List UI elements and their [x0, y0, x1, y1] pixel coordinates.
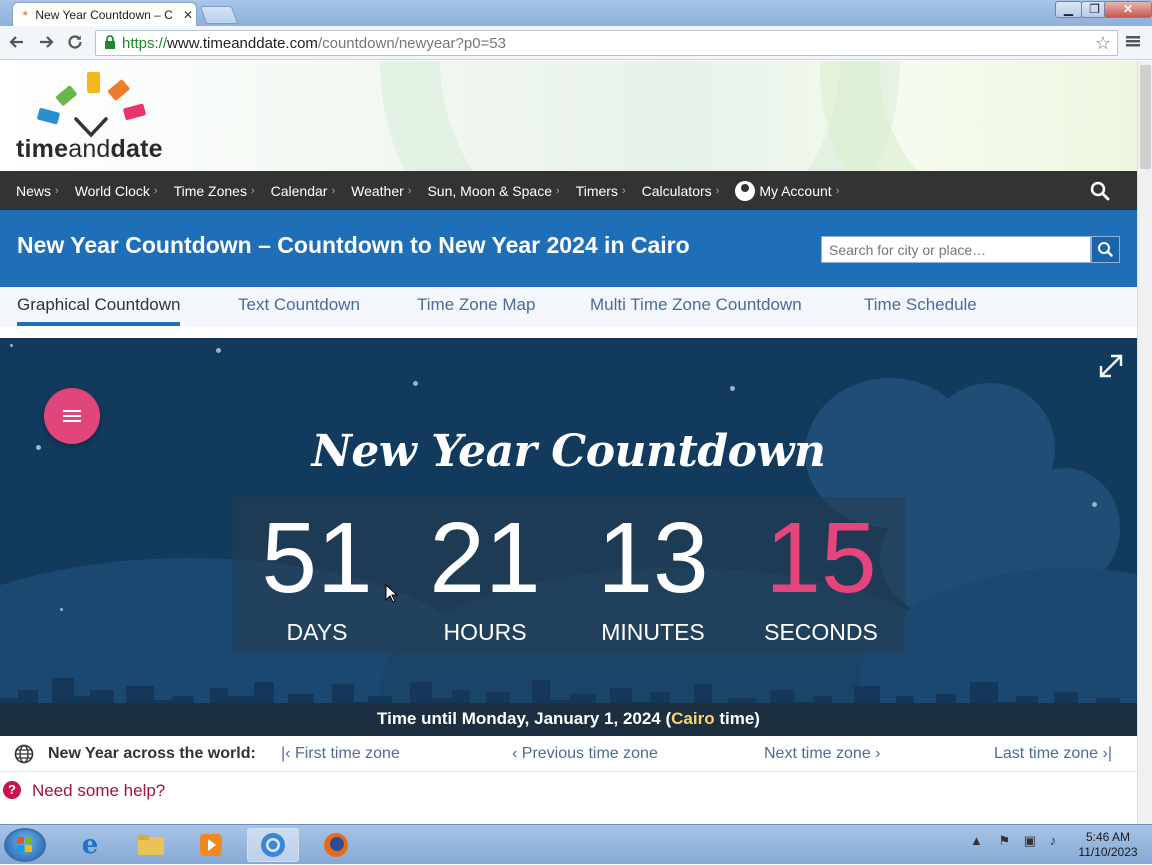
chevron-right-icon: ›: [870, 745, 881, 762]
windows-taskbar: e ▲ ⚑ ▣ ♪ 5:46 AM 11/10/2023: [0, 824, 1152, 864]
nav-item-sun-moon-space[interactable]: Sun, Moon & Space ›: [427, 183, 559, 199]
minutes-value: 13: [597, 502, 709, 614]
file-explorer-taskbar-button[interactable]: [125, 828, 177, 862]
windows-logo-icon: [17, 837, 32, 852]
days-label: DAYS: [286, 619, 348, 645]
search-icon: [1098, 242, 1113, 257]
tab-multi-time-zone-countdown[interactable]: Multi Time Zone Countdown: [590, 295, 802, 315]
site-favicon-icon: ✶: [21, 9, 30, 20]
nav-item-calculators[interactable]: Calculators ›: [642, 183, 720, 199]
account-user-icon: [735, 180, 756, 201]
nav-item-news[interactable]: News ›: [16, 183, 59, 199]
media-player-icon: [200, 834, 222, 856]
browser-tab[interactable]: ✶ New Year Countdown – C ✕: [12, 2, 197, 26]
url-path: /countdown/newyear?p0=53: [317, 34, 506, 52]
browser-menu-icon[interactable]: [1126, 33, 1140, 54]
hours-value: 21: [429, 502, 541, 614]
previous-time-zone-link[interactable]: ‹ Previous time zone: [512, 745, 658, 763]
help-link[interactable]: Need some help?: [32, 781, 165, 801]
url-host: www.timeanddate.com: [167, 34, 318, 52]
secure-lock-icon: [104, 34, 116, 52]
search-icon[interactable]: [1090, 181, 1110, 201]
help-section: ? Need some help?: [0, 775, 1137, 805]
nav-item-calendar[interactable]: Calendar ›: [271, 183, 336, 199]
start-button[interactable]: [4, 828, 46, 862]
hours-label: HOURS: [443, 619, 527, 645]
address-bar[interactable]: https://www.timeanddate.com/countdown/ne…: [95, 30, 1118, 56]
firefox-taskbar-button[interactable]: [310, 828, 362, 862]
tab-graphical-countdown[interactable]: Graphical Countdown: [17, 295, 181, 326]
tab-time-zone-map[interactable]: Time Zone Map: [417, 295, 535, 315]
browser-titlebar: ✶ New Year Countdown – C ✕ ▁ ❐ ✕: [0, 0, 1152, 26]
days-value: 51: [261, 502, 373, 614]
seconds-label: SECONDS: [764, 619, 878, 645]
world-label: New Year across the world:: [48, 745, 256, 762]
countdown-heading: New Year Countdown: [311, 426, 826, 477]
mouse-cursor-icon: [385, 584, 399, 603]
new-tab-button[interactable]: [199, 6, 239, 24]
chrome-taskbar-button[interactable]: [247, 828, 299, 862]
countdown-display: 51 21 13 15 DAYS HOURS MINUTES SECONDS: [233, 497, 905, 653]
logo-wordmark[interactable]: timeanddate: [16, 135, 163, 164]
network-icon[interactable]: ▣: [1024, 833, 1036, 848]
firefox-icon: [324, 833, 348, 857]
volume-muted-icon[interactable]: ♪: [1050, 833, 1057, 848]
tab-close-icon[interactable]: ✕: [180, 8, 196, 22]
system-tray: ▲ ⚑ ▣ ♪: [970, 833, 1056, 849]
forward-arrow-icon[interactable]: [35, 33, 57, 56]
reload-icon[interactable]: [64, 33, 86, 56]
folder-icon: [138, 835, 164, 855]
page-title-bar: New Year Countdown – Countdown to New Ye…: [0, 210, 1137, 287]
chrome-icon: [261, 833, 285, 857]
tab-text-countdown[interactable]: Text Countdown: [238, 295, 360, 315]
web-page: timeanddate News › World Clock › Time Zone…: [0, 61, 1137, 824]
main-navigation: News › World Clock › Time Zones › Calendar ›…: [0, 171, 1137, 210]
target-time-caption: Time until Monday, January 1, 2024 (Cair…: [0, 703, 1137, 736]
first-time-zone-link[interactable]: |‹ First time zone: [281, 745, 400, 763]
city-link[interactable]: Cairo: [671, 709, 714, 728]
globe-icon: [14, 744, 34, 764]
internet-explorer-icon: e: [81, 830, 99, 860]
fullscreen-expand-icon[interactable]: [1097, 352, 1125, 380]
nav-item-world-clock[interactable]: World Clock ›: [75, 183, 158, 199]
nav-item-timers[interactable]: Timers ›: [576, 183, 626, 199]
minimize-button[interactable]: ▁: [1055, 1, 1082, 18]
show-hidden-icons-icon[interactable]: ▲: [970, 833, 983, 848]
internet-explorer-taskbar-button[interactable]: e: [64, 828, 116, 862]
window-close-button[interactable]: ✕: [1104, 1, 1152, 18]
nav-item-weather[interactable]: Weather ›: [351, 183, 411, 199]
clock-date: 11/10/2023: [1078, 845, 1138, 859]
city-search-button[interactable]: [1091, 236, 1120, 263]
nav-item-time-zones[interactable]: Time Zones ›: [174, 183, 255, 199]
chevron-left-icon: ‹: [512, 745, 522, 762]
page-title: New Year Countdown – Countdown to New Ye…: [17, 232, 690, 258]
tab-time-schedule[interactable]: Time Schedule: [864, 295, 977, 315]
last-time-zone-link[interactable]: Last time zone ›|: [994, 745, 1112, 763]
bookmark-star-icon[interactable]: ☆: [1095, 33, 1111, 54]
countdown-panel: New Year Countdown 51 21 13 15 DAYS HOUR…: [0, 338, 1137, 736]
city-search-input[interactable]: [821, 236, 1091, 263]
seconds-value: 15: [765, 502, 877, 614]
back-arrow-icon[interactable]: [6, 33, 28, 56]
next-time-zone-link[interactable]: Next time zone ›: [764, 745, 881, 763]
help-question-icon: ?: [3, 781, 21, 799]
first-page-icon: |‹: [281, 745, 295, 762]
world-timezone-navigation: New Year across the world: |‹ First time…: [0, 736, 1137, 772]
url-scheme: https://: [122, 34, 168, 52]
page-scrollbar[interactable]: [1137, 61, 1152, 824]
taskbar-clock[interactable]: 5:46 AM 11/10/2023: [1068, 830, 1148, 860]
nav-item-my-account[interactable]: My Account ›: [735, 180, 839, 201]
scrollbar-thumb[interactable]: [1140, 65, 1151, 169]
tab-title: New Year Countdown – C: [35, 7, 173, 22]
star: [216, 348, 221, 353]
action-center-flag-icon[interactable]: ⚑: [999, 833, 1011, 848]
last-page-icon: ›|: [1098, 745, 1113, 762]
countdown-subtabs: Graphical Countdown Text Countdown Time …: [0, 287, 1137, 327]
clock-time: 5:46 AM: [1085, 830, 1131, 844]
minutes-label: MINUTES: [601, 619, 705, 645]
media-player-taskbar-button[interactable]: [185, 828, 237, 862]
